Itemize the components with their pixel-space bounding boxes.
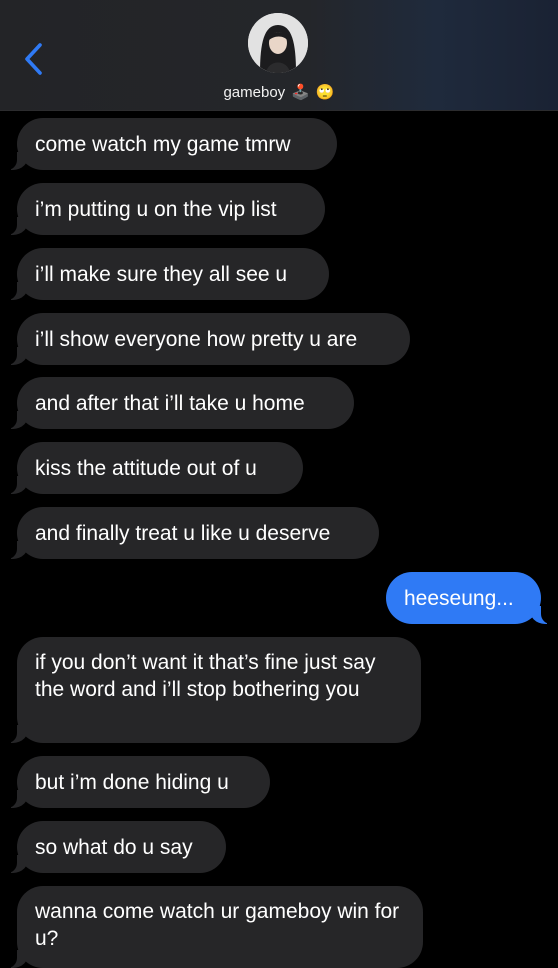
message-text: and finally treat u like u deserve	[35, 521, 331, 545]
message-bubble-incoming[interactable]: kiss the attitude out of u	[7, 442, 303, 494]
conversation-header: gameboy 🕹️ 🙄	[0, 0, 558, 111]
contact-name: gameboy	[223, 83, 286, 101]
message-text: if you don’t want it that’s fine just sa…	[35, 651, 376, 701]
contact-avatar[interactable]	[248, 13, 308, 73]
message-bubble-incoming[interactable]: wanna come watch ur gameboy win for u?	[7, 886, 423, 968]
message-text: and after that i’ll take u home	[35, 391, 305, 415]
back-button[interactable]	[18, 38, 52, 80]
avatar-photo	[248, 13, 308, 73]
message-bubble-incoming[interactable]: i’ll show everyone how pretty u are	[7, 313, 410, 365]
message-text: heeseung...	[404, 586, 514, 610]
message-bubble-incoming[interactable]: i’ll make sure they all see u	[7, 248, 329, 300]
message-text: come watch my game tmrw	[35, 132, 291, 156]
message-text: wanna come watch ur gameboy win for u?	[35, 900, 400, 950]
message-bubble-incoming[interactable]: but i’m done hiding u	[7, 756, 270, 808]
chevron-left-icon	[25, 43, 42, 75]
contact-name-row[interactable]: gameboy 🕹️ 🙄	[0, 80, 558, 104]
message-list: come watch my game tmrw i’m putting u on…	[0, 0, 558, 968]
message-bubble-incoming[interactable]: and after that i’ll take u home	[7, 377, 354, 429]
message-text: i’m putting u on the vip list	[35, 197, 277, 221]
message-bubble-incoming[interactable]: come watch my game tmrw	[7, 118, 337, 170]
message-bubble-outgoing[interactable]: heeseung...	[386, 572, 551, 624]
message-bubble-incoming[interactable]: i’m putting u on the vip list	[7, 183, 325, 235]
message-bubble-incoming[interactable]: if you don’t want it that’s fine just sa…	[7, 637, 421, 743]
message-text: kiss the attitude out of u	[35, 456, 257, 480]
message-bubble-incoming[interactable]: and finally treat u like u deserve	[7, 507, 379, 559]
message-text: but i’m done hiding u	[35, 770, 229, 794]
message-text: so what do u say	[35, 835, 193, 859]
eye-roll-icon: 🙄	[315, 83, 335, 101]
message-text: i’ll make sure they all see u	[35, 262, 288, 286]
message-bubble-incoming[interactable]: so what do u say	[7, 821, 226, 873]
message-text: i’ll show everyone how pretty u are	[35, 327, 358, 351]
joystick-icon: 🕹️	[291, 83, 310, 101]
